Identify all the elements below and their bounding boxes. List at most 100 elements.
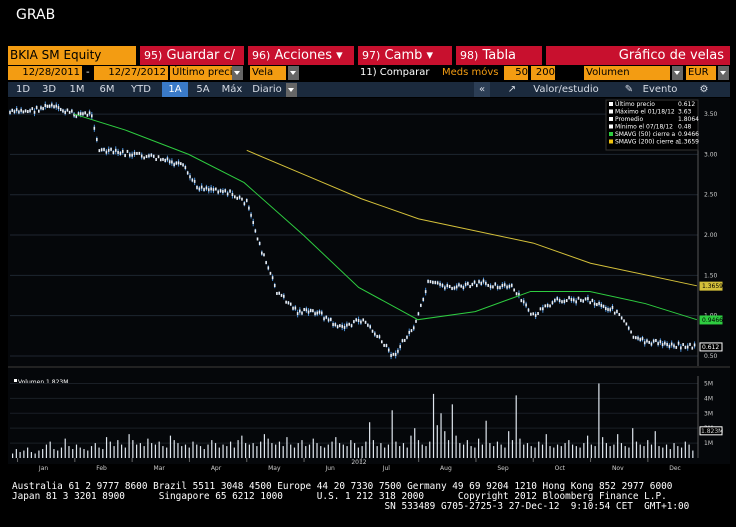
volume-bar [447, 440, 450, 458]
price-candle-body [546, 303, 549, 307]
volume-bar [245, 443, 247, 458]
period-3d[interactable]: 3D [38, 82, 60, 97]
price-candle-body [632, 335, 635, 339]
event-button[interactable]: Evento [640, 82, 680, 97]
value-study-button[interactable]: Valor/estudio [526, 82, 606, 97]
x-tick-label: Feb [96, 465, 107, 472]
volume-bar [346, 446, 348, 458]
lower-field-select[interactable]: Volumen [584, 66, 670, 80]
price-field-dropdown-icon[interactable] [232, 66, 243, 80]
period-1d[interactable]: 1D [12, 82, 34, 97]
volume-bar [410, 435, 412, 458]
collapse-icon[interactable]: « [474, 82, 490, 97]
period-max[interactable]: Máx [218, 82, 246, 97]
chart-area[interactable]: 3.503.002.502.001.501.000.50JanFebMarApr… [8, 98, 730, 472]
volume-bar [282, 446, 284, 458]
price-candle-body [59, 108, 62, 112]
price-candle-body [480, 281, 483, 285]
frequency-select[interactable]: Diario [250, 82, 284, 97]
price-candle-body [305, 308, 308, 312]
price-candle-body [100, 148, 103, 152]
volume-bar [493, 446, 495, 458]
price-candle-body [327, 318, 330, 322]
currency-dropdown-icon[interactable] [718, 66, 729, 80]
currency-select[interactable]: EUR [686, 66, 716, 80]
value-tag-label: 1.3659 [702, 283, 723, 290]
legend-label: SMAVG (200) cierre a [615, 139, 679, 146]
period-5a[interactable]: 5A [192, 82, 214, 97]
period-6m[interactable]: 6M [96, 82, 118, 97]
change-button[interactable]: 97) Camb ▾ [358, 46, 452, 65]
volume-bar [399, 446, 401, 458]
y-tick-label: 2.50 [704, 192, 718, 199]
price-candle-body [18, 110, 20, 114]
volume-bar [192, 441, 194, 458]
table-button[interactable]: 98) Tabla [456, 46, 542, 65]
ticker-field[interactable]: BKIA SM Equity [8, 46, 136, 65]
volume-bar [560, 446, 562, 458]
price-candle-body [525, 303, 527, 307]
price-field-select[interactable]: Último preci [170, 66, 232, 80]
price-candle-body [556, 297, 559, 301]
lower-field-dropdown-icon[interactable] [672, 66, 683, 80]
price-candle-body [152, 154, 155, 158]
price-candle-body [589, 301, 591, 305]
frequency-dropdown-icon[interactable] [286, 83, 297, 97]
save-button[interactable]: 95) Guardar c/ [140, 46, 244, 65]
x-tick-label: Jan [38, 465, 48, 472]
price-candle-body [252, 221, 255, 225]
volume-bar [173, 440, 175, 458]
end-date-field[interactable]: 12/27/2012 [94, 66, 168, 80]
price-candle-body [464, 282, 467, 286]
price-candle-body [148, 154, 150, 158]
price-candle-body [397, 349, 399, 353]
period-ytd[interactable]: YTD [126, 82, 156, 97]
actions-button[interactable]: 96) Acciones ▾ [248, 46, 354, 65]
volume-bar [624, 446, 626, 458]
price-candle-body [399, 345, 401, 349]
volume-bar [402, 443, 405, 458]
compare-button[interactable]: 11) Comparar [358, 66, 430, 80]
price-candle-body [330, 317, 332, 321]
volume-bar [139, 443, 141, 458]
gear-icon[interactable]: ⚙ [696, 82, 712, 97]
price-candle-body [487, 283, 490, 287]
price-candle-body [460, 284, 462, 288]
volume-bar [354, 443, 356, 458]
chart-style-dropdown-icon[interactable] [288, 66, 299, 80]
price-candle-body [287, 301, 290, 305]
legend-swatch [609, 124, 613, 129]
price-candle-body [582, 299, 585, 303]
volume-bar [515, 395, 517, 458]
price-candle-body [684, 345, 687, 349]
price-candle-body [618, 313, 621, 317]
volume-bar [444, 431, 446, 458]
ma2-input[interactable]: 200 [531, 66, 555, 80]
volume-bar [451, 404, 453, 458]
start-date-field[interactable]: 12/28/2011 [8, 66, 82, 80]
price-candle-body [231, 193, 234, 197]
volume-bar [605, 443, 608, 458]
period-1a[interactable]: 1A [162, 82, 188, 97]
period-1m[interactable]: 1M [66, 82, 88, 97]
price-candle-body [501, 284, 504, 288]
price-candle-body [177, 161, 180, 165]
price-candle-body [489, 285, 492, 289]
volume-bar [105, 437, 108, 458]
volume-bar [117, 440, 119, 458]
price-candle-body [207, 188, 210, 192]
ma1-input[interactable]: 50 [504, 66, 528, 80]
price-candle-body [71, 109, 73, 113]
footer-line-3: SN 533489 G705-2725-3 27-Dec-12 9:10:54 … [12, 501, 690, 512]
volume-bar [169, 435, 172, 458]
volume-bar [19, 452, 21, 458]
price-candle-body [596, 303, 598, 307]
price-candle-body [9, 110, 11, 114]
price-candle-body [467, 282, 469, 286]
price-candle-body [299, 309, 301, 313]
price-candle-body [444, 286, 446, 290]
price-candle-body [53, 105, 55, 109]
price-candle-body [673, 344, 675, 348]
chart-style-select[interactable]: Vela [250, 66, 286, 80]
price-candle-body [485, 281, 487, 285]
